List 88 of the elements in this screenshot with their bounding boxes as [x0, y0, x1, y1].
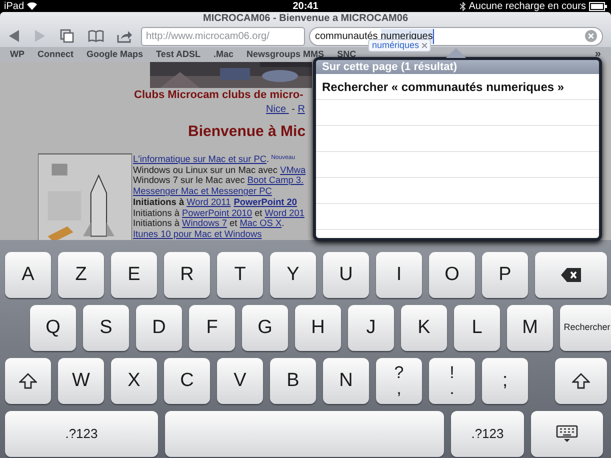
key[interactable]: L [454, 305, 500, 351]
key[interactable]: X [111, 358, 157, 404]
page-text: et [254, 208, 264, 218]
key[interactable]: O [429, 252, 475, 298]
key[interactable]: ; [482, 358, 528, 404]
page-link[interactable]: PowerPoint 20 [234, 196, 298, 208]
key[interactable]: Q [30, 305, 76, 351]
hide-keyboard-key[interactable] [531, 411, 603, 457]
key[interactable]: Z [58, 252, 104, 298]
page-link[interactable]: Nice [266, 103, 289, 116]
shift-key[interactable] [5, 358, 51, 404]
autocorrect-suggestion[interactable]: numériques [368, 39, 432, 52]
page-text: - [290, 103, 296, 116]
page-text: Initiations à [133, 196, 186, 208]
page-link[interactable]: VMwa [280, 164, 306, 176]
key[interactable]: A [5, 252, 51, 298]
welcome-heading: Bienvenue à Mic [188, 122, 307, 142]
numbers-key[interactable]: .?123 [5, 411, 158, 457]
shift-icon [572, 373, 590, 389]
key[interactable]: ? , [376, 358, 422, 404]
page-link[interactable]: Boot Camp 3. [247, 175, 304, 186]
key[interactable]: E [111, 252, 157, 298]
key[interactable]: R [164, 252, 210, 298]
clubs-heading: Clubs Microcam clubs de micro- [134, 88, 304, 103]
battery-status: Aucune recharge en cours [468, 0, 586, 14]
bookmark[interactable]: Google Maps [86, 48, 144, 62]
device-name: iPad [4, 0, 24, 14]
key[interactable]: C [164, 358, 210, 404]
bookmark[interactable]: .Mac [214, 48, 234, 62]
bluetooth-icon [460, 2, 466, 10]
bookmark[interactable]: Connect [38, 48, 74, 62]
search-suggestion[interactable]: Rechercher « communautés numeriques » [316, 74, 599, 100]
page-link[interactable]: Itunes 10 pour Mac et Windows [133, 228, 262, 240]
search-key[interactable]: Rechercher [560, 305, 611, 351]
page-link[interactable]: Word 2011 [186, 196, 231, 208]
key[interactable]: B [270, 358, 316, 404]
key[interactable]: H [295, 305, 341, 351]
page-title: MICROCAM06 - Bienvenue a MICROCAM06 [202, 13, 408, 25]
page-text: et [228, 218, 238, 229]
page-link[interactable]: PowerPoint 2010 [182, 208, 252, 218]
battery-icon [589, 2, 608, 10]
page-text: Initiations à [133, 208, 180, 218]
page-link[interactable]: Mac OS X [240, 218, 282, 229]
page-link[interactable]: Word 201 [264, 208, 304, 218]
key[interactable]: I [376, 252, 422, 298]
shift-key[interactable] [555, 358, 607, 404]
page-text: . [266, 154, 270, 165]
key[interactable]: U [323, 252, 369, 298]
page-link[interactable]: R [298, 103, 305, 116]
key[interactable]: S [83, 305, 129, 351]
key[interactable]: D [136, 305, 182, 351]
bookmark[interactable]: Newsgroups MMS [246, 48, 324, 62]
popover-header: Sur cette page (1 résultat) [316, 60, 599, 74]
key[interactable]: N [323, 358, 369, 404]
key[interactable]: F [189, 305, 235, 351]
key[interactable]: T [217, 252, 263, 298]
page-text: . [282, 218, 284, 229]
tabs-icon[interactable] [60, 29, 74, 43]
page-link[interactable]: Windows 7 [182, 218, 227, 229]
key[interactable]: V [217, 358, 263, 404]
key[interactable]: G [242, 305, 288, 351]
clock: 20:41 [292, 0, 318, 14]
key[interactable]: P [482, 252, 528, 298]
key[interactable]: Y [270, 252, 316, 298]
key[interactable]: W [58, 358, 104, 404]
numbers-key[interactable]: .?123 [451, 411, 524, 457]
key[interactable]: ! . [429, 358, 475, 404]
backspace-icon [561, 268, 581, 282]
bookmarks-icon[interactable] [88, 30, 104, 42]
page-text: Windows ou Linux sur un Mac avec [133, 164, 279, 176]
page-link[interactable]: L'informatique sur Mac et sur PC [133, 154, 266, 165]
key[interactable]: J [348, 305, 394, 351]
key[interactable]: K [401, 305, 447, 351]
keyboard-icon [556, 425, 578, 443]
page-link[interactable]: Messenger Mac et Messenger PC [133, 186, 272, 197]
popover-arrow [446, 48, 466, 58]
backspace-key[interactable] [535, 252, 607, 298]
bookmark[interactable]: WP [10, 48, 24, 62]
key[interactable]: M [507, 305, 553, 351]
page-text: Initiations à [133, 218, 180, 229]
clear-icon[interactable] [585, 30, 597, 42]
page-text: Windows 7 sur le Mac avec [133, 175, 246, 186]
back-icon[interactable] [8, 30, 20, 42]
wifi-icon [27, 2, 38, 10]
shift-icon [19, 373, 37, 389]
close-icon[interactable] [422, 43, 428, 48]
share-icon[interactable] [117, 30, 133, 42]
bookmark[interactable]: Test ADSL [156, 48, 201, 62]
